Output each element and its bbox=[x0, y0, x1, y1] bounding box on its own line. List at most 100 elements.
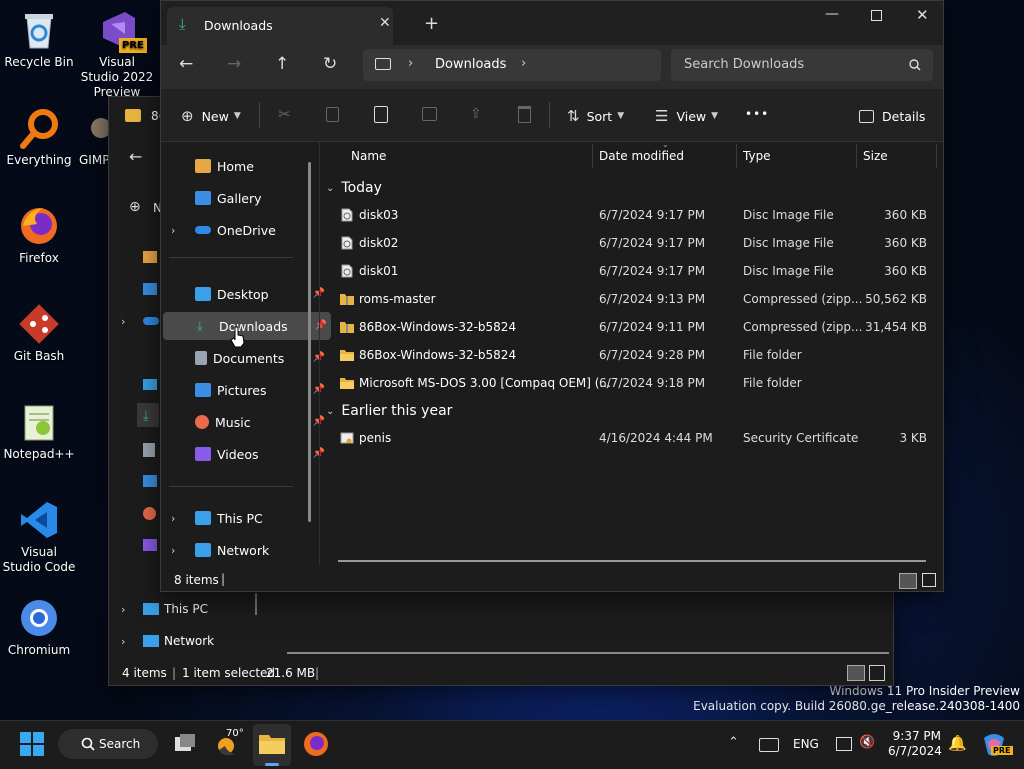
copy-icon[interactable] bbox=[326, 107, 339, 122]
cut-icon[interactable]: ✂ bbox=[278, 105, 291, 123]
taskbar-firefox[interactable] bbox=[300, 728, 332, 760]
chevron-right-icon[interactable]: › bbox=[171, 512, 175, 525]
downloads-icon[interactable]: ⤓ bbox=[143, 409, 149, 424]
sidebar-item-home[interactable]: Home bbox=[161, 152, 329, 180]
music-icon[interactable] bbox=[143, 507, 156, 520]
desktop-icon-everything[interactable]: Everything bbox=[1, 106, 77, 168]
onedrive-icon[interactable] bbox=[143, 317, 159, 325]
delete-icon[interactable] bbox=[518, 106, 531, 123]
minimize-icon[interactable]: — bbox=[825, 6, 839, 22]
forward-arrow-icon[interactable]: → bbox=[227, 54, 241, 74]
chevron-right-icon[interactable]: › bbox=[121, 315, 125, 328]
notification-bell-icon[interactable]: 🔔 bbox=[948, 734, 967, 752]
chevron-right-icon[interactable]: › bbox=[171, 544, 175, 557]
sidebar-item-desktop[interactable]: Desktop📌 bbox=[161, 280, 329, 308]
new-button[interactable]: ⊕ New ▼ bbox=[181, 103, 241, 129]
sidebar-item-onedrive[interactable]: › OneDrive bbox=[161, 216, 329, 244]
copilot-button[interactable]: PRE bbox=[980, 732, 1013, 758]
close-tab-icon[interactable]: ✕ bbox=[379, 15, 391, 31]
breadcrumb-chevron-icon[interactable]: › bbox=[408, 56, 413, 71]
file-row[interactable]: disk03 6/7/2024 9:17 PM Disc Image File 360… bbox=[320, 201, 940, 229]
tiles-view-icon[interactable] bbox=[869, 665, 885, 681]
network-status-icon[interactable] bbox=[759, 738, 779, 752]
desktop-icon-notepad-plus-plus[interactable]: Notepad++ bbox=[1, 400, 77, 462]
column-divider[interactable] bbox=[856, 144, 857, 168]
display-settings-icon[interactable] bbox=[836, 737, 852, 751]
horizontal-scrollbar[interactable] bbox=[287, 652, 889, 654]
rename-icon[interactable] bbox=[422, 107, 437, 121]
sidebar-item-pictures[interactable]: Pictures📌 bbox=[161, 376, 329, 404]
file-row[interactable]: 86Box-Windows-32-b5824 6/7/2024 9:28 PM Fi… bbox=[320, 341, 940, 369]
taskbar-file-explorer-active[interactable] bbox=[253, 724, 291, 766]
home-icon[interactable] bbox=[143, 251, 157, 263]
videos-icon[interactable] bbox=[143, 539, 157, 551]
network-icon[interactable] bbox=[143, 635, 159, 647]
sidebar-item-this-pc[interactable]: This PC bbox=[164, 602, 208, 616]
start-button[interactable] bbox=[20, 732, 44, 756]
column-header-type[interactable]: Type bbox=[743, 149, 771, 163]
sidebar-scrollbar[interactable] bbox=[255, 593, 257, 615]
details-view-icon[interactable] bbox=[847, 665, 865, 681]
task-view-button[interactable] bbox=[169, 728, 201, 760]
file-row[interactable]: Microsoft MS-DOS 3.00 [Compaq OEM] (... 6… bbox=[320, 369, 940, 397]
view-button[interactable]: ☰ View ▼ bbox=[655, 103, 718, 129]
file-row[interactable]: 86Box-Windows-32-b5824 6/7/2024 9:11 PM Co… bbox=[320, 313, 940, 341]
up-arrow-icon[interactable]: ↑ bbox=[275, 54, 289, 74]
sidebar-item-downloads[interactable]: ⤓ Downloads 📌 bbox=[163, 312, 331, 340]
breadcrumb-downloads[interactable]: Downloads bbox=[435, 57, 506, 72]
desktop-folder-icon[interactable] bbox=[143, 379, 157, 390]
column-divider[interactable] bbox=[936, 144, 937, 168]
language-indicator[interactable]: ENG bbox=[793, 737, 819, 751]
file-row[interactable]: disk01 6/7/2024 9:17 PM Disc Image File 360… bbox=[320, 257, 940, 285]
file-row[interactable]: penis 4/16/2024 4:44 PM Security Certifica… bbox=[320, 424, 940, 452]
taskbar-search[interactable]: Search bbox=[58, 729, 158, 759]
weather-widget[interactable]: 70° bbox=[213, 728, 245, 760]
close-window-icon[interactable]: ✕ bbox=[916, 6, 929, 24]
sidebar-scrollbar[interactable] bbox=[308, 162, 311, 522]
details-view-icon[interactable] bbox=[899, 573, 917, 589]
desktop-icon-chromium[interactable]: Chromium bbox=[1, 596, 77, 658]
desktop-icon-vscode[interactable]: Visual Studio Code bbox=[1, 498, 77, 575]
chevron-right-icon[interactable]: › bbox=[171, 224, 175, 237]
documents-icon[interactable] bbox=[143, 443, 155, 457]
chevron-right-icon[interactable]: › bbox=[121, 635, 125, 648]
column-divider[interactable] bbox=[592, 144, 593, 168]
paste-icon[interactable] bbox=[374, 106, 388, 123]
column-header-name[interactable]: Name bbox=[351, 149, 386, 163]
chevron-right-icon[interactable]: › bbox=[121, 603, 125, 616]
desktop-icon-firefox[interactable]: Firefox bbox=[1, 204, 77, 266]
column-divider[interactable] bbox=[736, 144, 737, 168]
tab-downloads[interactable]: ⤓ Downloads ✕ bbox=[167, 7, 393, 45]
show-hidden-icons-chevron[interactable]: ⌃ bbox=[728, 735, 739, 750]
details-button[interactable]: Details bbox=[859, 103, 925, 129]
sidebar-item-videos[interactable]: Videos📌 bbox=[161, 440, 329, 468]
desktop-icon-git-bash[interactable]: Git Bash bbox=[1, 302, 77, 364]
sidebar-item-network[interactable]: Network bbox=[164, 634, 214, 648]
more-options-button[interactable]: ••• bbox=[745, 107, 769, 121]
back-arrow-icon[interactable]: ← bbox=[129, 147, 142, 166]
volume-muted-icon[interactable]: 🔇 bbox=[859, 735, 875, 750]
group-header-today[interactable]: ⌄ Today bbox=[326, 177, 382, 199]
sidebar-item-this-pc[interactable]: › This PC bbox=[161, 504, 329, 532]
desktop-icon-recycle-bin[interactable]: Recycle Bin bbox=[1, 8, 77, 70]
clock[interactable]: 9:37 PM 6/7/2024 bbox=[888, 729, 942, 759]
sidebar-item-documents[interactable]: Documents📌 bbox=[161, 344, 329, 372]
address-bar[interactable]: › Downloads › bbox=[363, 49, 661, 81]
sidebar-item-network[interactable]: › Network bbox=[161, 536, 329, 564]
share-icon[interactable]: ⇪ bbox=[470, 106, 482, 122]
sidebar-item-gallery[interactable]: Gallery bbox=[161, 184, 329, 212]
this-pc-icon[interactable] bbox=[143, 603, 159, 615]
new-tab-plus-icon[interactable]: + bbox=[424, 13, 439, 34]
file-row[interactable]: disk02 6/7/2024 9:17 PM Disc Image File 360… bbox=[320, 229, 940, 257]
pictures-icon[interactable] bbox=[143, 475, 157, 487]
group-header-earlier[interactable]: ⌄ Earlier this year bbox=[326, 400, 452, 422]
desktop-icon-visual-studio-2022[interactable]: PRE Visual Studio 2022 Preview bbox=[79, 8, 155, 100]
explorer-window[interactable]: ⤓ Downloads ✕ + — ✕ ← → ↑ ↻ › Downloads … bbox=[160, 0, 944, 592]
maximize-icon[interactable] bbox=[871, 10, 882, 21]
sidebar-item-music[interactable]: Music📌 bbox=[161, 408, 329, 436]
breadcrumb-chevron-icon[interactable]: › bbox=[521, 56, 526, 71]
new-plus-icon[interactable]: ⊕ bbox=[129, 199, 141, 215]
back-arrow-icon[interactable]: ← bbox=[179, 54, 193, 74]
desktop-icon-gimp[interactable]: GIMP bbox=[79, 106, 109, 168]
sort-button[interactable]: ⇅ Sort ▼ bbox=[567, 103, 624, 129]
